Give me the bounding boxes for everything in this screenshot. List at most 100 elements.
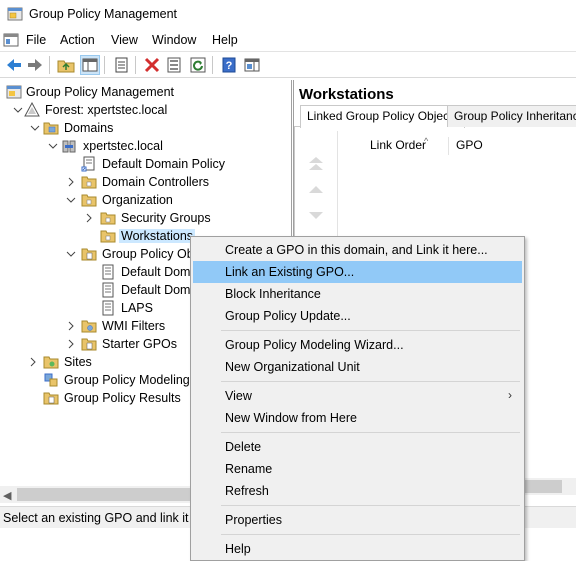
tree-label: Sites <box>64 355 92 369</box>
chevron-down-icon[interactable] <box>13 104 23 116</box>
domain-icon <box>61 138 77 154</box>
tree-label: Starter GPOs <box>102 337 178 351</box>
menu-separator <box>221 381 520 382</box>
chevron-right-icon[interactable] <box>66 320 76 332</box>
sort-ascending-icon: ^ <box>424 136 429 146</box>
tab-linked-gpos[interactable]: Linked Group Policy Objects <box>300 105 466 128</box>
column-divider[interactable] <box>448 137 449 155</box>
tree-label: LAPS <box>121 301 153 315</box>
context-menu: Create a GPO in this domain, and Link it… <box>190 236 525 561</box>
forest-icon <box>24 101 40 118</box>
menu-view[interactable]: View <box>111 33 138 47</box>
gpo-icon <box>100 300 116 316</box>
tree-label: Default Domain Policy <box>102 157 225 171</box>
menu-item-rename[interactable]: Rename <box>193 458 522 480</box>
chevron-right-icon[interactable] <box>84 212 94 224</box>
gp-modeling-icon <box>43 372 59 388</box>
tree-label: Forest: xpertstec.local <box>45 103 168 117</box>
tree-label: Default Dom <box>121 265 191 279</box>
ou-folder-icon <box>100 228 116 244</box>
move-down-icon[interactable] <box>307 207 325 225</box>
menu-item-delete[interactable]: Delete <box>193 436 522 458</box>
gpo-icon <box>100 282 116 298</box>
chevron-right-icon: › <box>508 388 512 402</box>
export-list-icon[interactable] <box>164 55 184 75</box>
ou-folder-icon <box>81 174 97 190</box>
toolbar: ? <box>0 51 576 78</box>
menu-help[interactable]: Help <box>212 33 238 47</box>
menu-item-block-inheritance[interactable]: Block Inheritance <box>193 283 522 305</box>
menu-item-link-existing-gpo[interactable]: Link an Existing GPO... <box>193 261 522 283</box>
tab-gp-inheritance[interactable]: Group Policy Inheritance <box>447 105 576 127</box>
menu-separator <box>221 330 520 331</box>
tree-label: Domains <box>64 121 114 135</box>
tree-label: Workstations <box>119 229 196 243</box>
ou-folder-icon <box>81 192 97 208</box>
tree-label: WMI Filters <box>102 319 166 333</box>
menu-item-new-ou[interactable]: New Organizational Unit <box>193 356 522 378</box>
menu-separator <box>221 432 520 433</box>
tree-label: Group Policy Results <box>64 391 181 405</box>
menu-window[interactable]: Window <box>152 33 196 47</box>
column-gpo[interactable]: GPO <box>456 138 483 152</box>
menu-item-view[interactable]: View › <box>193 385 522 407</box>
menu-bar: File Action View Window Help <box>0 29 576 51</box>
chevron-right-icon[interactable] <box>28 356 38 368</box>
back-icon[interactable] <box>4 55 24 75</box>
window-title: Group Policy Management <box>29 7 177 21</box>
title-bar: Group Policy Management <box>0 0 576 29</box>
chevron-down-icon[interactable] <box>30 122 40 134</box>
starter-gpo-folder-icon <box>81 336 97 352</box>
chevron-down-icon[interactable] <box>48 140 58 152</box>
menu-item-new-window[interactable]: New Window from Here <box>193 407 522 429</box>
help-icon[interactable]: ? <box>219 55 239 75</box>
gp-results-icon <box>43 390 59 406</box>
menu-item-properties[interactable]: Properties <box>193 509 522 531</box>
chevron-down-icon[interactable] <box>66 194 76 206</box>
tree-label: Security Groups <box>121 211 211 225</box>
gpo-link-icon <box>81 156 97 172</box>
tree-label: Organization <box>102 193 173 207</box>
gpmc-app-icon <box>7 6 23 22</box>
toolbar-separator <box>49 56 50 74</box>
tree-label: Group Policy Management <box>26 85 174 99</box>
toolbar-separator <box>135 56 136 74</box>
delete-icon[interactable] <box>142 55 162 75</box>
tree-label: Group Policy Obj <box>102 247 197 261</box>
scroll-left-icon[interactable]: ◀ <box>3 489 11 502</box>
menu-item-create-gpo[interactable]: Create a GPO in this domain, and Link it… <box>193 239 522 261</box>
chevron-right-icon[interactable] <box>66 176 76 188</box>
forward-icon[interactable] <box>25 55 45 75</box>
tree-label: Default Dom <box>121 283 191 297</box>
tree-label: Group Policy Modeling <box>64 373 190 387</box>
chevron-right-icon[interactable] <box>66 338 76 350</box>
ou-folder-icon <box>100 210 116 226</box>
menu-separator <box>221 505 520 506</box>
show-hide-console-tree-icon[interactable] <box>80 55 100 75</box>
menu-item-gp-update[interactable]: Group Policy Update... <box>193 305 522 327</box>
details-title: Workstations <box>299 86 394 103</box>
up-folder-icon[interactable] <box>56 55 76 75</box>
status-text: Select an existing GPO and link it to <box>3 511 203 525</box>
menu-item-refresh[interactable]: Refresh <box>193 480 522 502</box>
show-action-pane-icon[interactable] <box>242 55 262 75</box>
toolbar-separator <box>104 56 105 74</box>
move-up-icon[interactable] <box>307 181 325 199</box>
menu-action[interactable]: Action <box>60 33 95 47</box>
tree-label: Domain Controllers <box>102 175 209 189</box>
menu-file[interactable]: File <box>26 33 46 47</box>
properties-icon[interactable] <box>111 55 131 75</box>
chevron-down-icon[interactable] <box>66 248 76 260</box>
menu-item-gp-modeling-wizard[interactable]: Group Policy Modeling Wizard... <box>193 334 522 356</box>
tree-label: xpertstec.local <box>83 139 163 153</box>
mmc-system-menu-icon[interactable] <box>3 32 19 48</box>
gpo-icon <box>100 264 116 280</box>
menu-item-help[interactable]: Help <box>193 538 522 560</box>
sites-folder-icon <box>43 354 59 370</box>
column-link-order[interactable]: ^ Link Order <box>370 136 429 152</box>
refresh-icon[interactable] <box>188 55 208 75</box>
wmi-folder-icon <box>81 318 97 334</box>
menu-separator <box>221 534 520 535</box>
move-to-top-icon[interactable] <box>307 155 325 173</box>
scrollbar-thumb[interactable] <box>17 488 217 501</box>
